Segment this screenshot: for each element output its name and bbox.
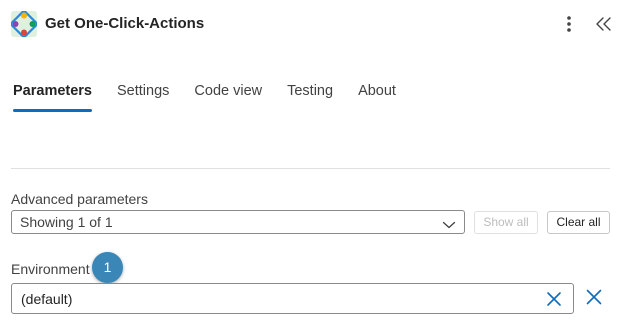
clear-all-button[interactable]: Clear all — [547, 211, 610, 234]
active-tab-indicator — [13, 109, 92, 112]
tab-code-view[interactable]: Code view — [194, 82, 262, 114]
tab-testing[interactable]: Testing — [287, 82, 333, 114]
show-all-button[interactable]: Show all — [474, 211, 538, 234]
tab-label: Code view — [194, 83, 263, 99]
tab-list: Parameters Settings Code view Testing Ab… — [13, 82, 421, 114]
more-options-icon[interactable] — [559, 12, 579, 36]
environment-value: (default) — [21, 291, 73, 307]
environment-label: Environment — [11, 261, 90, 277]
environment-field[interactable]: (default) — [11, 283, 574, 314]
tab-label: Parameters — [13, 83, 92, 99]
tab-about[interactable]: About — [358, 82, 396, 114]
step-badge: 1 — [92, 252, 123, 283]
tab-parameters[interactable]: Parameters — [13, 82, 92, 114]
collapse-panel-icon[interactable] — [594, 12, 614, 36]
tab-label: Settings — [117, 83, 170, 99]
advanced-parameters-dropdown[interactable]: Showing 1 of 1 — [11, 210, 465, 234]
tab-label: Testing — [287, 83, 334, 99]
clear-value-icon[interactable] — [546, 291, 562, 307]
section-divider — [11, 168, 610, 169]
remove-parameter-icon[interactable] — [585, 288, 603, 306]
tab-settings[interactable]: Settings — [117, 82, 169, 114]
panel-header: Get One-Click-Actions — [0, 0, 621, 48]
dropdown-value: Showing 1 of 1 — [20, 214, 113, 230]
chevron-down-icon — [442, 217, 456, 235]
app-logo-icon — [11, 11, 37, 37]
tab-label: About — [358, 83, 396, 99]
page-title: Get One-Click-Actions — [45, 15, 205, 32]
advanced-parameters-label: Advanced parameters — [11, 191, 148, 207]
